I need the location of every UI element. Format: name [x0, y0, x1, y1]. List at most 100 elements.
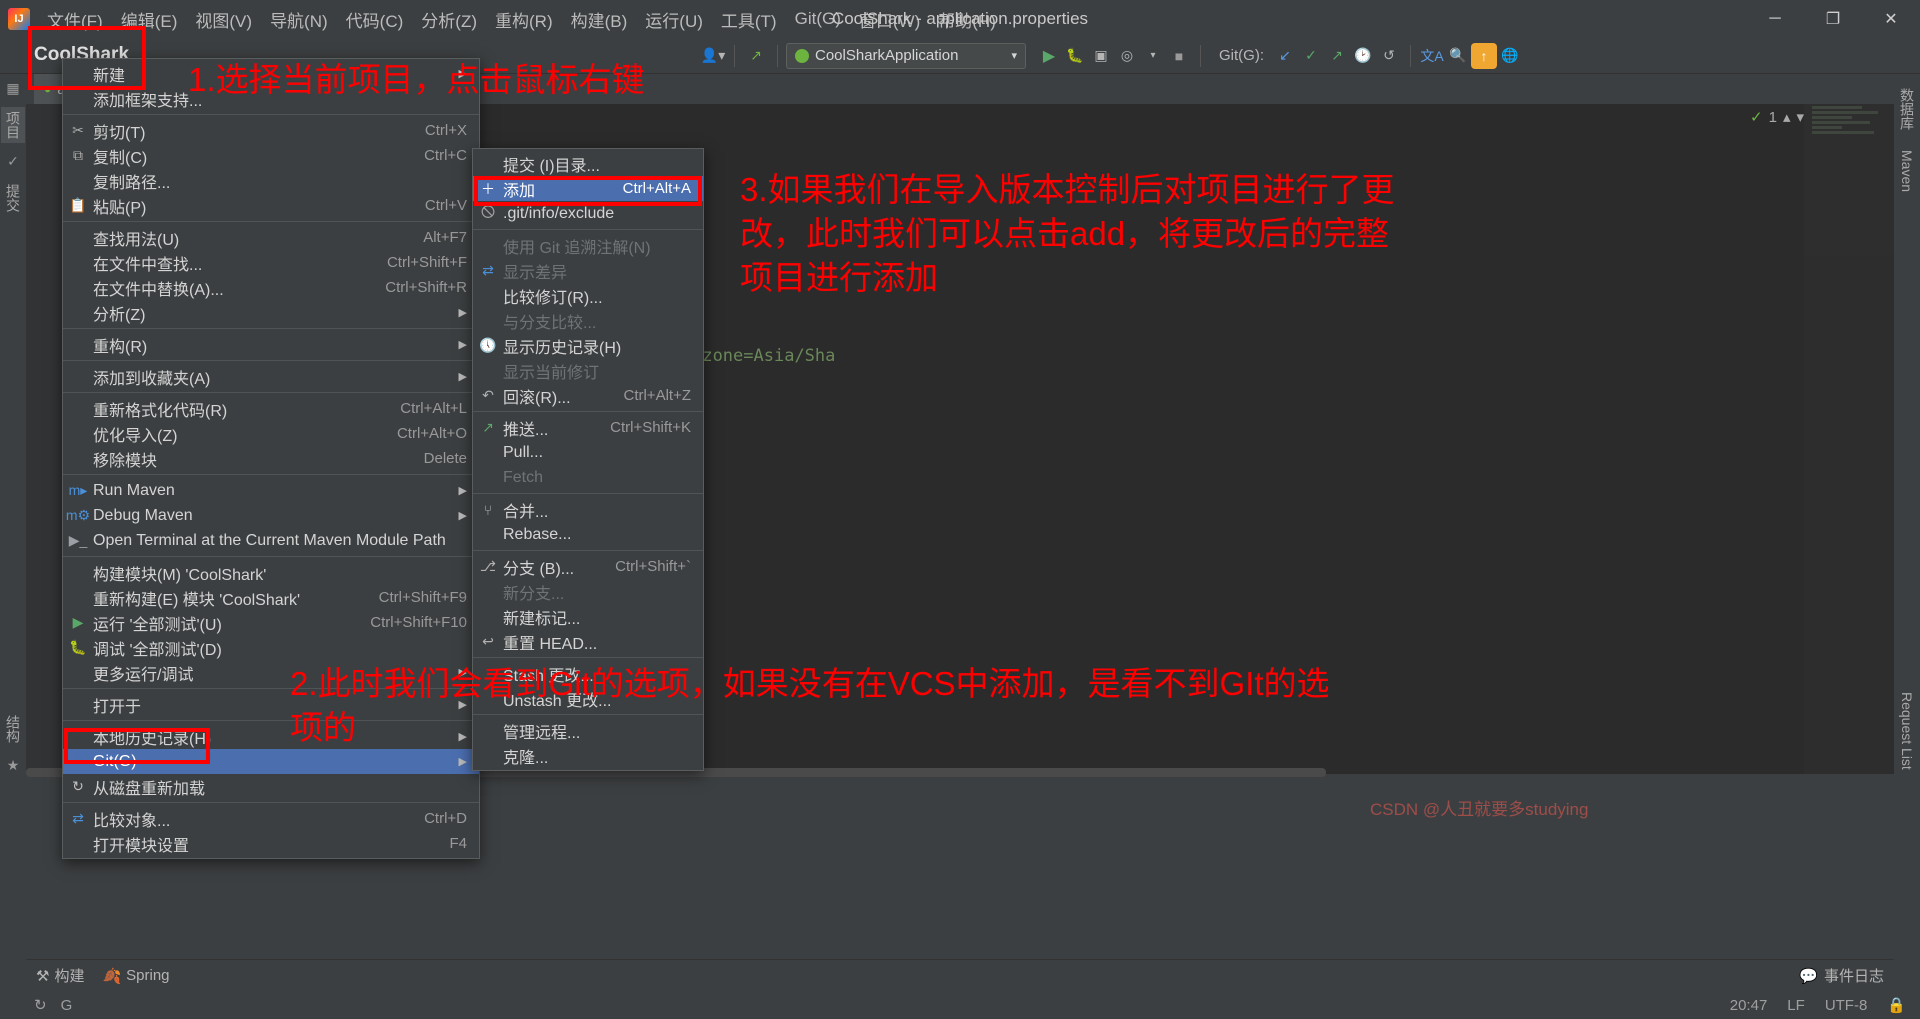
run-icon[interactable]: ▶: [1036, 43, 1062, 69]
menu-item-Unstash更改[interactable]: Unstash 更改...: [473, 686, 703, 711]
project-context-menu[interactable]: 新建 ▶ 添加框架支持... ✂ 剪切(T) Ctrl+X ⧉ 复制(C) Ctrl+C 复制路径…: [62, 58, 480, 859]
menu-item-重新构建E模块CoolS[interactable]: 重新构建(E) 模块 'CoolShark' Ctrl+Shift+F9: [63, 585, 479, 610]
menu-item-RunMaven[interactable]: m▸ Run Maven ▶: [63, 478, 479, 503]
menu-item-gitinfoexclu[interactable]: 🛇 .git/info/exclude: [473, 201, 703, 226]
menubar-item-file[interactable]: 文件(F): [38, 3, 112, 36]
menu-item-查找用法U[interactable]: 查找用法(U) Alt+F7: [63, 225, 479, 250]
update-project-icon[interactable]: ↗: [743, 43, 769, 69]
bookmarks-icon[interactable]: ★: [7, 757, 20, 774]
inspection-widget[interactable]: ✓ 1 ▴ ▾: [1750, 108, 1804, 127]
coverage-icon[interactable]: ▣: [1088, 43, 1114, 69]
menu-item-复制路径[interactable]: 复制路径...: [63, 168, 479, 193]
commit-panel-icon[interactable]: ✓: [7, 153, 19, 170]
menubar-item-run[interactable]: 运行(U): [636, 3, 712, 36]
editor-minimap[interactable]: [1804, 104, 1894, 774]
menu-item-分析Z[interactable]: 分析(Z) ▶: [63, 300, 479, 325]
menu-item-回滚R[interactable]: ↶ 回滚(R)... Ctrl+Alt+Z: [473, 383, 703, 408]
rollback-icon[interactable]: ↺: [1376, 43, 1402, 69]
menu-item-优化导入Z[interactable]: 优化导入(Z) Ctrl+Alt+O: [63, 421, 479, 446]
menu-item-调试全部测试D[interactable]: 🐛 调试 '全部测试'(D): [63, 635, 479, 660]
status-line-separator[interactable]: LF: [1787, 997, 1805, 1014]
menubar-item-tools[interactable]: 工具(T): [712, 3, 786, 36]
menu-item-比较修订R[interactable]: 比较修订(R)...: [473, 283, 703, 308]
sidebar-item-commit[interactable]: 提交: [1, 180, 25, 216]
stop-icon[interactable]: ■: [1166, 43, 1192, 69]
menu-item-重新格式化代码R[interactable]: 重新格式化代码(R) Ctrl+Alt+L: [63, 396, 479, 421]
menu-item-克隆[interactable]: 克隆...: [473, 743, 703, 768]
git-submenu[interactable]: 提交 (I)目录... ＋ 添加 Ctrl+Alt+A 🛇 .git/info/exclu…: [472, 148, 704, 771]
menu-item-合并[interactable]: ⑂ 合并...: [473, 497, 703, 522]
menu-item-复制C[interactable]: ⧉ 复制(C) Ctrl+C: [63, 143, 479, 168]
menu-item-GitG[interactable]: Git(G) ▶: [63, 749, 479, 774]
menu-item-比较对象[interactable]: ⇄ 比较对象... Ctrl+D: [63, 806, 479, 831]
sidebar-item-maven[interactable]: Maven: [1897, 146, 1917, 196]
chevron-down-icon[interactable]: ▾: [1796, 108, 1804, 126]
sidebar-item-request-list[interactable]: Request List: [1897, 688, 1917, 774]
translate-icon[interactable]: 文A: [1419, 43, 1445, 69]
minimize-button[interactable]: ─: [1746, 0, 1804, 38]
menu-item-推送[interactable]: ↗ 推送... Ctrl+Shift+K: [473, 415, 703, 440]
menu-item-移除模块[interactable]: 移除模块 Delete: [63, 446, 479, 471]
menubar-item-refactor[interactable]: 重构(R): [486, 3, 562, 36]
status-encoding[interactable]: UTF-8: [1825, 997, 1868, 1014]
menu-item-管理远程[interactable]: 管理远程...: [473, 718, 703, 743]
menu-item-本地历史记录H[interactable]: 本地历史记录(H) ▶: [63, 724, 479, 749]
menu-item-运行全部测试U[interactable]: ▶ 运行 '全部测试'(U) Ctrl+Shift+F10: [63, 610, 479, 635]
chevron-down-icon-2[interactable]: ▾: [1140, 43, 1166, 69]
menu-item-OpenTerminal[interactable]: ▶_ Open Terminal at the Current Maven Mod…: [63, 528, 479, 553]
menubar-item-analyze[interactable]: 分析(Z): [412, 3, 486, 36]
menu-item-在文件中替换A[interactable]: 在文件中替换(A)... Ctrl+Shift+R: [63, 275, 479, 300]
menubar-item-edit[interactable]: 编辑(E): [112, 3, 187, 36]
sidebar-item-structure[interactable]: 结构: [1, 711, 25, 747]
menu-item-重置HEAD[interactable]: ↩ 重置 HEAD...: [473, 629, 703, 654]
status-git-icon[interactable]: G: [61, 997, 73, 1014]
chevron-up-icon[interactable]: ▴: [1783, 108, 1791, 126]
maximize-button[interactable]: ❐: [1804, 0, 1862, 38]
menu-item-打开模块设置[interactable]: 打开模块设置 F4: [63, 831, 479, 856]
search-icon[interactable]: 🔍: [1445, 43, 1471, 69]
menu-item-新建[interactable]: 新建 ▶: [63, 61, 479, 86]
bottom-tab-spring[interactable]: 🍂 Spring: [102, 967, 169, 985]
menu-item-构建模块MCoolSha[interactable]: 构建模块(M) 'CoolShark': [63, 560, 479, 585]
status-update-icon[interactable]: ↻: [34, 996, 47, 1014]
project-panel-icon[interactable]: ▦: [6, 80, 19, 97]
history-icon[interactable]: 🕑: [1350, 43, 1376, 69]
window-controls[interactable]: ─ ❐ ✕: [1746, 0, 1920, 38]
profile-user-icon[interactable]: 👤▾: [700, 43, 726, 69]
menu-item-添加到收藏夹A[interactable]: 添加到收藏夹(A) ▶: [63, 364, 479, 389]
menubar-item-navigate[interactable]: 导航(N): [261, 3, 337, 36]
menu-item-从磁盘重新加载[interactable]: ↻ 从磁盘重新加载: [63, 774, 479, 799]
menu-item-显示历史记录H[interactable]: 🕔 显示历史记录(H): [473, 333, 703, 358]
sidebar-item-database[interactable]: 数据库: [1895, 84, 1919, 134]
upload-icon[interactable]: ↑: [1471, 42, 1497, 69]
menu-item-DebugMaven[interactable]: m⚙ Debug Maven ▶: [63, 503, 479, 528]
menu-item-分支B[interactable]: ⎇ 分支 (B)... Ctrl+Shift+`: [473, 554, 703, 579]
menubar-item-code[interactable]: 代码(C): [337, 3, 413, 36]
lock-icon[interactable]: 🔒: [1887, 996, 1906, 1014]
close-button[interactable]: ✕: [1862, 0, 1920, 38]
menu-item-打开于[interactable]: 打开于 ▶: [63, 692, 479, 717]
menu-item-重构R[interactable]: 重构(R) ▶: [63, 332, 479, 357]
menu-item-在文件中查找[interactable]: 在文件中查找... Ctrl+Shift+F: [63, 250, 479, 275]
menu-item-粘贴P[interactable]: 📋 粘贴(P) Ctrl+V: [63, 193, 479, 218]
menubar-item-build[interactable]: 构建(B): [562, 3, 637, 36]
menu-item-添加[interactable]: ＋ 添加 Ctrl+Alt+A: [473, 176, 703, 201]
menu-item-Pull[interactable]: Pull...: [473, 440, 703, 465]
event-log-label[interactable]: 事件日志: [1824, 965, 1884, 986]
menu-item-新建标记[interactable]: 新建标记...: [473, 604, 703, 629]
menu-item-Stash更改[interactable]: Stash 更改...: [473, 661, 703, 686]
menu-item-更多运行调试[interactable]: 更多运行/调试 ▶: [63, 660, 479, 685]
run-configuration-selector[interactable]: CoolSharkApplication ▾: [786, 42, 1026, 69]
menu-item-提交I目录[interactable]: 提交 (I)目录...: [473, 151, 703, 176]
commit-icon[interactable]: ✓: [1298, 43, 1324, 69]
push-icon[interactable]: ↗: [1324, 43, 1350, 69]
menubar-item-view[interactable]: 视图(V): [186, 3, 261, 36]
checkout-icon[interactable]: ↙: [1272, 43, 1298, 69]
browser-icon[interactable]: 🌐: [1497, 43, 1523, 69]
bottom-tab-build[interactable]: ⚒ 构建: [36, 965, 84, 986]
menu-item-剪切T[interactable]: ✂ 剪切(T) Ctrl+X: [63, 118, 479, 143]
sidebar-item-project[interactable]: 项目: [1, 107, 25, 143]
menu-item-Rebase[interactable]: Rebase...: [473, 522, 703, 547]
menu-item-添加框架支持[interactable]: 添加框架支持...: [63, 86, 479, 111]
profile-icon[interactable]: ◎: [1114, 43, 1140, 69]
